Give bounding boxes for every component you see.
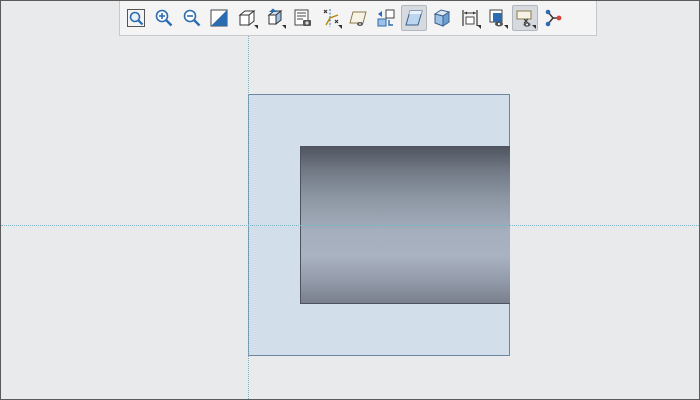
spin-center-button[interactable] [373,5,399,31]
horizontal-datum-axis [1,225,699,226]
dropdown-arrow-icon [476,25,481,29]
display-style-button[interactable] [234,5,260,31]
sketch-view-button[interactable] [400,5,427,31]
graphics-window[interactable] [0,0,700,400]
vertical-datum-axis [248,1,249,399]
view-manager-icon [294,9,311,26]
refit-icon [127,9,145,27]
sketch-view-icon [405,10,423,26]
repaint-button[interactable] [206,5,232,31]
dropdown-arrow-icon [337,25,342,29]
zoom-in-button[interactable] [151,5,177,31]
zoom-out-button[interactable] [179,5,205,31]
annotation-display-button[interactable] [345,5,371,31]
refit-button[interactable] [123,5,149,31]
datum-display-button[interactable] [318,5,344,31]
repaint-icon [210,9,228,27]
branch-icon [545,9,562,27]
zoom-in-icon [155,9,173,27]
view-manager-button[interactable] [290,5,316,31]
dropdown-arrow-icon [532,25,537,29]
dropdown-arrow-icon [254,25,259,29]
spin-center-icon [377,9,395,27]
dropdown-arrow-icon [281,25,286,29]
dropdown-arrow-icon [504,25,509,29]
perspective-button[interactable] [429,5,455,31]
constraints-button[interactable] [540,5,566,31]
perspective-cube-icon [433,9,450,27]
sketcher-display-button[interactable] [512,5,539,31]
zoom-out-icon [183,9,200,27]
annotation-plane-icon [349,11,368,26]
appearance-button[interactable] [484,5,510,31]
view-toolbar [119,1,597,36]
saved-orientations-button[interactable] [262,5,288,31]
dimension-display-button[interactable] [457,5,483,31]
